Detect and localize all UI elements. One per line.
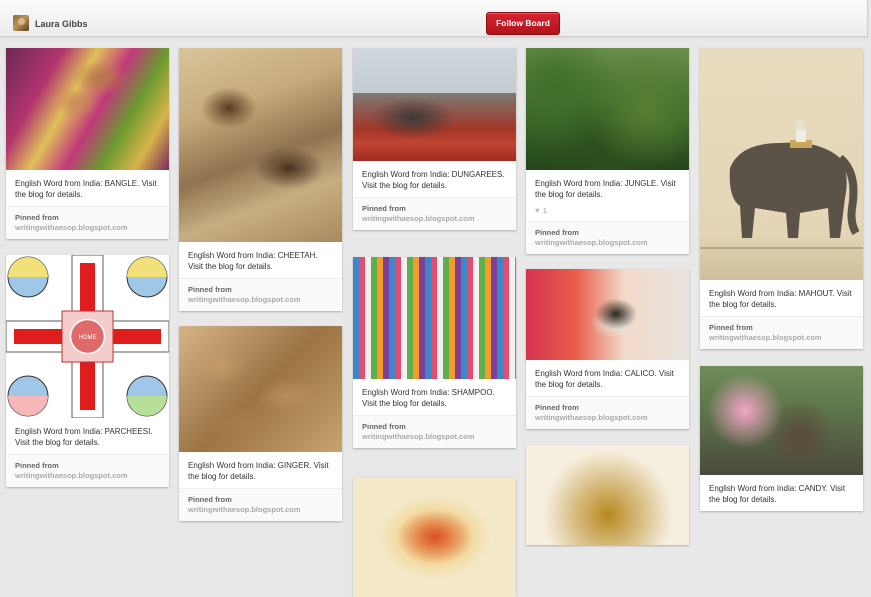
pin-description: English Word from India: MAHOUT. Visit t… [709, 289, 852, 309]
pin-image[interactable]: HOME [6, 255, 169, 418]
pin-image[interactable] [526, 48, 689, 170]
pin-description: English Word from India: CHEETAH. Visit … [188, 251, 318, 271]
pin-source[interactable]: Pinned from writingwithaesop.blogspot.co… [6, 206, 169, 239]
pin-description: English Word from India: GINGER. Visit t… [188, 461, 329, 481]
pin-card[interactable]: English Word from India: SHAMPOO. Visit … [353, 257, 516, 448]
pinned-from-label: Pinned from [535, 228, 579, 237]
pinned-from-label: Pinned from [15, 461, 59, 470]
pin-source[interactable]: Pinned from writingwithaesop.blogspot.co… [353, 197, 516, 230]
pin-description: English Word from India: CANDY. Visit th… [709, 484, 846, 504]
pinned-from-label: Pinned from [15, 213, 59, 222]
pin-card[interactable]: English Word from India: GINGER. Visit t… [179, 326, 342, 521]
pin-source-link[interactable]: writingwithaesop.blogspot.com [362, 214, 507, 224]
pin-description: English Word from India: BANGLE. Visit t… [15, 179, 157, 199]
pin-image[interactable] [526, 269, 689, 360]
pin-card[interactable]: English Word from India: CHEETAH. Visit … [179, 48, 342, 311]
pin-description: English Word from India: CALICO. Visit t… [535, 369, 674, 389]
board-home-label: HOME [79, 335, 97, 341]
pin-image[interactable] [700, 48, 863, 280]
pin-source[interactable]: Pinned from writingwithaesop.blogspot.co… [6, 454, 169, 487]
pin-card[interactable]: English Word from India: BANGLE. Visit t… [6, 48, 169, 239]
pin-source[interactable]: Pinned from writingwithaesop.blogspot.co… [526, 396, 689, 429]
pin-image[interactable] [179, 326, 342, 452]
pin-image[interactable] [700, 366, 863, 475]
pinned-from-label: Pinned from [188, 495, 232, 504]
avatar[interactable] [13, 15, 29, 31]
board-owner-name[interactable]: Laura Gibbs [35, 19, 88, 29]
follow-board-button[interactable]: Follow Board [486, 12, 560, 35]
like-icon: ♥ [535, 206, 540, 215]
pinned-from-label: Pinned from [535, 403, 579, 412]
pin-image[interactable] [179, 48, 342, 242]
pin-card[interactable]: English Word from India: CALICO. Visit t… [526, 269, 689, 429]
pin-source-link[interactable]: writingwithaesop.blogspot.com [188, 505, 333, 515]
pin-image[interactable] [526, 445, 689, 545]
elephant-illustration [700, 120, 863, 249]
pin-card[interactable]: English Word from India: JUNGLE. Visit t… [526, 48, 689, 254]
pin-card[interactable]: English Word from India: MAHOUT. Visit t… [700, 48, 863, 349]
pin-source[interactable]: Pinned from writingwithaesop.blogspot.co… [353, 415, 516, 448]
pin-source[interactable]: Pinned from writingwithaesop.blogspot.co… [179, 278, 342, 311]
pin-image[interactable] [6, 48, 169, 170]
pin-source-link[interactable]: writingwithaesop.blogspot.com [362, 432, 507, 442]
pin-description: English Word from India: PARCHEESI. Visi… [15, 427, 153, 447]
pin-card[interactable]: English Word from India: CANDY. Visit th… [700, 366, 863, 511]
pin-likes[interactable]: ♥ 1 [526, 206, 689, 221]
pin-source[interactable]: Pinned from writingwithaesop.blogspot.co… [700, 316, 863, 349]
pin-card[interactable]: HOME English Word from India: PARCHEESI.… [6, 255, 169, 487]
pin-card[interactable] [353, 477, 516, 597]
pin-description: English Word from India: JUNGLE. Visit t… [535, 179, 676, 199]
pin-source-link[interactable]: writingwithaesop.blogspot.com [15, 471, 160, 481]
pin-description: English Word from India: SHAMPOO. Visit … [362, 388, 495, 408]
like-count: 1 [542, 206, 547, 215]
board-header: Laura Gibbs Follow Board [0, 0, 868, 37]
pin-image[interactable] [353, 257, 516, 379]
pin-source-link[interactable]: writingwithaesop.blogspot.com [535, 413, 680, 423]
pin-source-link[interactable]: writingwithaesop.blogspot.com [535, 238, 680, 248]
pin-image[interactable] [353, 48, 516, 161]
pinned-from-label: Pinned from [362, 422, 406, 431]
pinned-from-label: Pinned from [188, 285, 232, 294]
pin-card[interactable]: English Word from India: DUNGAREES. Visi… [353, 48, 516, 230]
pin-source[interactable]: Pinned from writingwithaesop.blogspot.co… [526, 221, 689, 254]
pin-card[interactable] [526, 445, 689, 545]
pin-description: English Word from India: DUNGAREES. Visi… [362, 170, 505, 190]
pinned-from-label: Pinned from [362, 204, 406, 213]
pinned-from-label: Pinned from [709, 323, 753, 332]
pin-source[interactable]: Pinned from writingwithaesop.blogspot.co… [179, 488, 342, 521]
pin-source-link[interactable]: writingwithaesop.blogspot.com [15, 223, 160, 233]
pin-image[interactable] [353, 477, 516, 597]
pin-source-link[interactable]: writingwithaesop.blogspot.com [188, 295, 333, 305]
parcheesi-board-graphic: HOME [6, 255, 169, 418]
pin-source-link[interactable]: writingwithaesop.blogspot.com [709, 333, 854, 343]
